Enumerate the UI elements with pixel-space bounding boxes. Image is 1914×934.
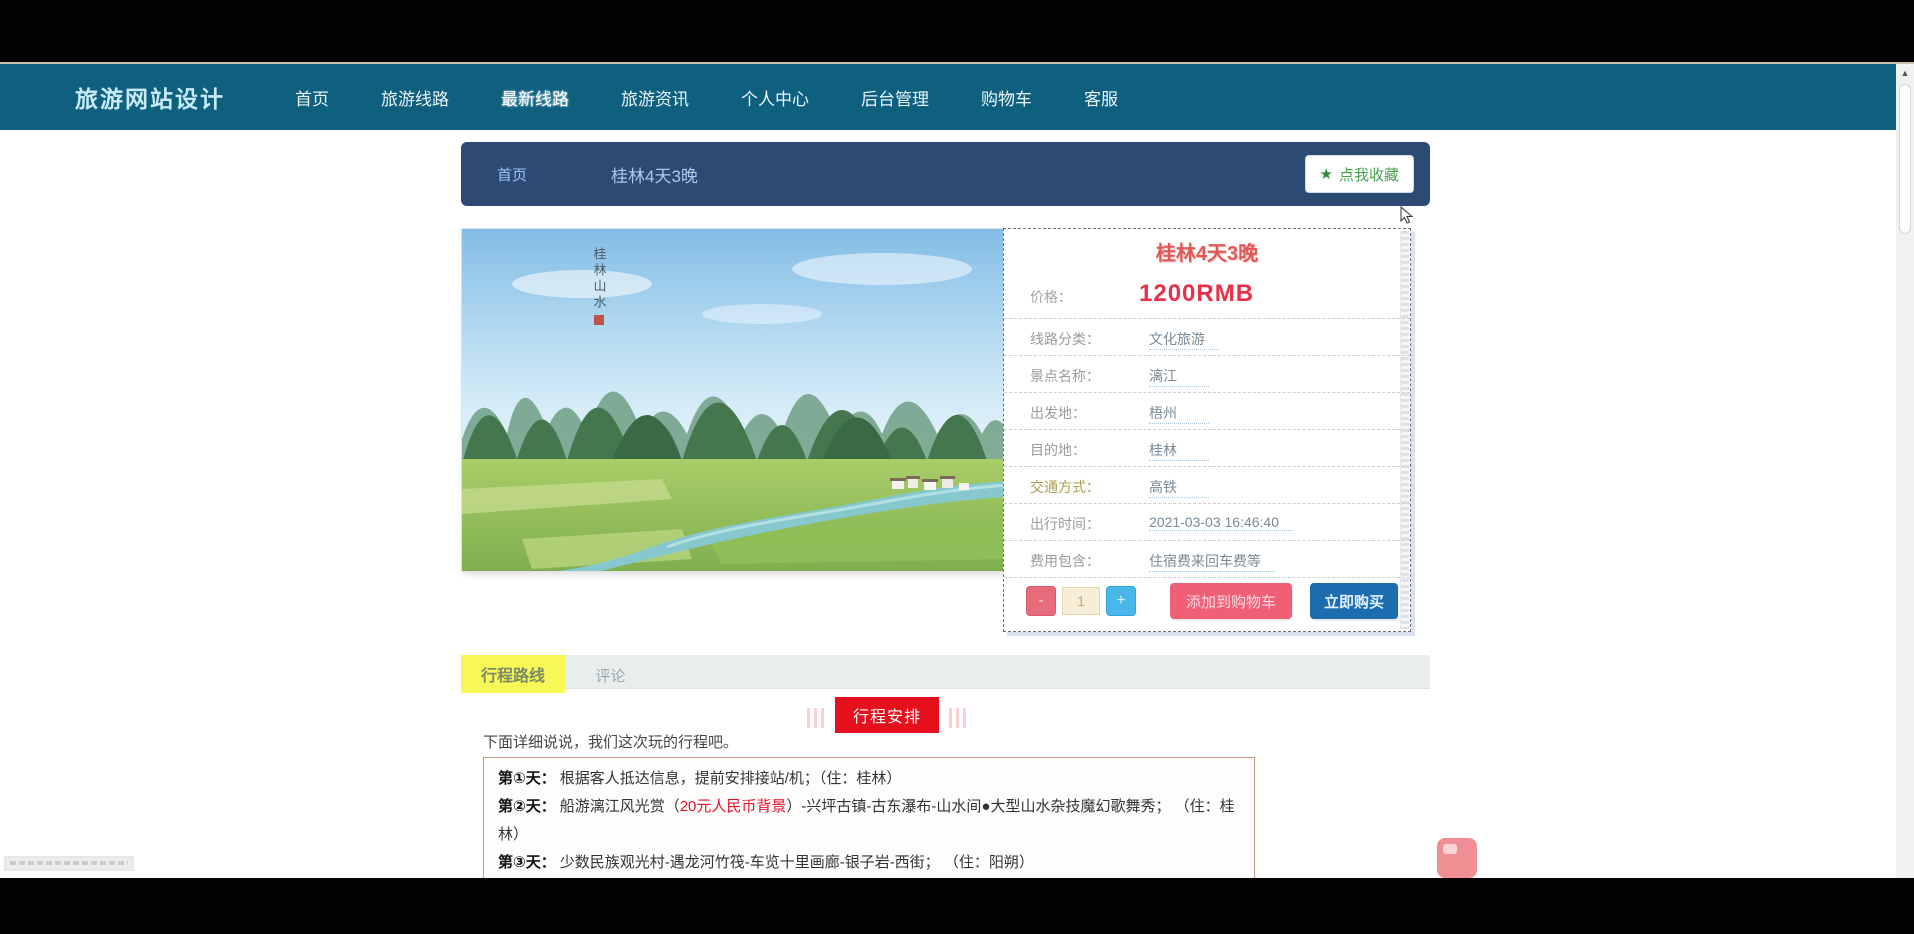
field-label: 线路分类： — [1030, 331, 1100, 347]
price-label: 价格： — [1030, 289, 1072, 305]
nav-item-3[interactable]: 最新线路 — [499, 79, 571, 116]
tab-comments[interactable]: 评论 — [569, 658, 651, 693]
browser-status-url — [4, 856, 134, 871]
purchase-actions: - + 添加到购物车 立即购买 — [1004, 579, 1410, 623]
letterbox-top — [0, 0, 1914, 62]
tour-detail-card: 桂林4天3晚 价格： 1200RMB 线路分类： 文化旅游景点名称： 漓江出发地： 梧… — [1003, 228, 1411, 632]
product-field-row: 交通方式： 高铁 — [1004, 467, 1410, 504]
field-label: 景点名称： — [1030, 368, 1100, 384]
top-navbar: 旅游网站设计 首页 旅游线路 最新线路 旅游资讯 个人中心 后台管理 购物车 客服 — [0, 64, 1896, 130]
field-label: 目的地： — [1030, 442, 1086, 458]
letterbox-bottom — [0, 878, 1914, 934]
tab-route[interactable]: 行程路线 — [461, 655, 566, 693]
itinerary-badge: 行程安排 — [834, 697, 939, 733]
favorite-button[interactable]: ★ 点我收藏 — [1304, 155, 1414, 193]
field-value: 文化旅游 — [1149, 329, 1219, 350]
scrollbar-up-icon[interactable]: ▲ — [1896, 64, 1914, 78]
itinerary-intro: 下面详细说说，我们这次玩的行程吧。 — [483, 734, 739, 751]
price-row: 价格： 1200RMB — [1004, 275, 1410, 319]
field-value: 住宿费来回车费等 — [1149, 551, 1275, 572]
page-scrollbar[interactable]: ▲ — [1896, 64, 1914, 878]
scrollbar-thumb[interactable] — [1899, 84, 1911, 234]
photo-inscription: 桂林山水 — [592, 247, 607, 311]
nav-item-7[interactable]: 购物车 — [979, 79, 1034, 116]
buy-now-button[interactable]: 立即购买 — [1310, 583, 1399, 619]
field-value: 2021-03-03 16:46:40 — [1149, 514, 1293, 531]
product-field-row: 出行时间： 2021-03-03 16:46:40 — [1004, 504, 1410, 541]
nav-item-4[interactable]: 旅游资讯 — [619, 79, 691, 116]
breadcrumb: 首页 桂林4天3晚 ★ 点我收藏 — [461, 142, 1430, 206]
quantity-plus-button[interactable]: + — [1106, 586, 1136, 616]
tour-title: 桂林4天3晚 — [1155, 243, 1259, 265]
nav-item-6[interactable]: 后台管理 — [859, 79, 931, 116]
itinerary-day-line: 第②天： 船游漓江风光赏（20元人民币背景）-兴坪古镇-古东瀑布-山水间●大型山水… — [498, 798, 1235, 843]
itinerary-badge-row: 行程安排 — [0, 697, 1914, 733]
field-value: 漓江 — [1149, 366, 1209, 387]
badge-right-decoration-icon — [949, 707, 968, 728]
product-field-row: 景点名称： 漓江 — [1004, 356, 1410, 393]
nav-item-5[interactable]: 个人中心 — [739, 79, 811, 116]
top-divider-line — [0, 62, 1914, 64]
product-field-row: 费用包含： 住宿费来回车费等 — [1004, 541, 1410, 578]
nav-item-2[interactable]: 旅游线路 — [379, 79, 451, 116]
nav-item-1[interactable]: 首页 — [293, 79, 331, 116]
float-service-icon[interactable] — [1437, 838, 1477, 878]
field-value: 梧州 — [1149, 403, 1209, 424]
field-label: 交通方式： — [1030, 479, 1100, 495]
badge-left-decoration-icon — [806, 707, 825, 728]
tour-photo: 桂林山水 — [461, 228, 1006, 572]
site-brand[interactable]: 旅游网站设计 — [75, 80, 225, 114]
detail-tabs: 行程路线 评论 — [461, 655, 1430, 693]
page: 旅游网站设计 首页 旅游线路 最新线路 旅游资讯 个人中心 后台管理 购物车 客服 ▲ 首页 … — [0, 0, 1914, 934]
nav-menu: 首页 旅游线路 最新线路 旅游资讯 个人中心 后台管理 购物车 客服 — [293, 79, 1120, 116]
field-label: 出发地： — [1030, 405, 1086, 421]
quantity-minus-button[interactable]: - — [1026, 586, 1056, 616]
product-field-row: 目的地： 桂林 — [1004, 430, 1410, 467]
product-field-row: 出发地： 梧州 — [1004, 393, 1410, 430]
field-label: 费用包含： — [1030, 553, 1100, 569]
add-to-cart-button[interactable]: 添加到购物车 — [1170, 583, 1293, 619]
mouse-cursor — [1400, 205, 1414, 231]
breadcrumb-current: 桂林4天3晚 — [611, 167, 698, 186]
quantity-input[interactable] — [1062, 587, 1100, 615]
itinerary-day-line: 第①天： 根据客人抵达信息，提前安排接站/机；（住：桂林） — [498, 770, 902, 787]
favorite-label: 点我收藏 — [1338, 166, 1399, 184]
field-label: 出行时间： — [1030, 516, 1100, 532]
field-value: 高铁 — [1149, 477, 1209, 498]
field-value: 桂林 — [1149, 440, 1209, 461]
field-list: 线路分类： 文化旅游景点名称： 漓江出发地： 梧州目的地： 桂林交通方式： 高铁出行时间：… — [1004, 319, 1410, 578]
star-icon: ★ — [1319, 166, 1333, 183]
breadcrumb-home-link[interactable]: 首页 — [497, 164, 527, 185]
nav-item-8[interactable]: 客服 — [1082, 79, 1120, 116]
price-value: 1200RMB — [1139, 280, 1255, 307]
product-field-row: 线路分类： 文化旅游 — [1004, 319, 1410, 356]
itinerary-day-line: 第③天： 少数民族观光村-遇龙河竹筏-车览十里画廊-银子岩-西街； （住：阳朔） — [498, 854, 1034, 871]
